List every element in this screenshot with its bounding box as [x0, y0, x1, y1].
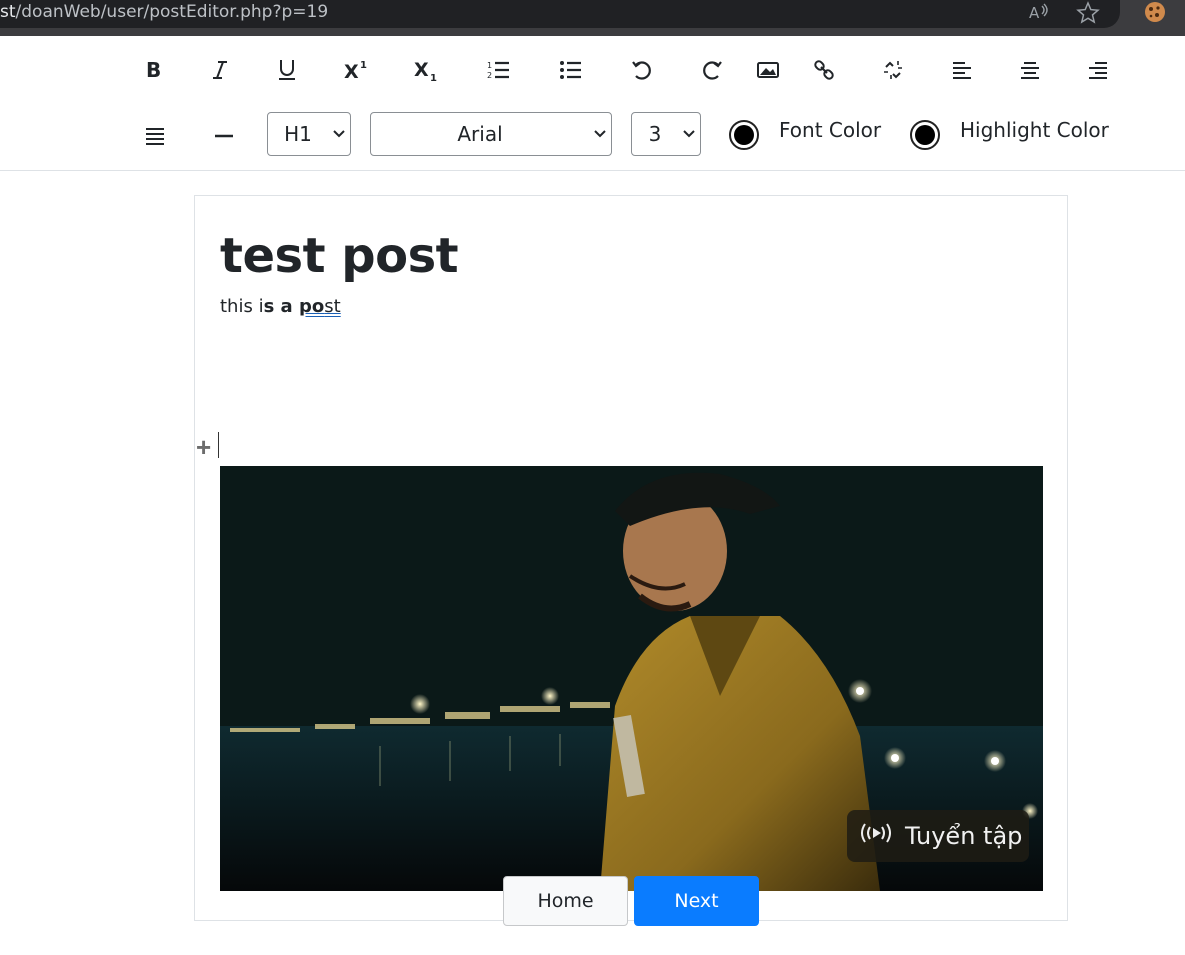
collection-badge[interactable]: Tuyển tập: [847, 810, 1029, 862]
read-aloud-icon[interactable]: A: [1028, 2, 1052, 26]
svg-text:X: X: [414, 59, 429, 81]
image-icon: [757, 62, 779, 78]
url-prefix: st: [0, 2, 16, 22]
heading-select-value: H1: [284, 122, 312, 146]
svg-text:1: 1: [430, 73, 437, 82]
horizontal-rule-icon: [215, 134, 233, 138]
redo-icon: [703, 61, 722, 80]
link-icon: [814, 60, 834, 80]
cookie-extension-icon[interactable]: [1143, 0, 1167, 24]
font-family-select[interactable]: Arial: [370, 112, 612, 156]
post-title[interactable]: test post: [220, 228, 459, 284]
para-bold-underlined-text: po: [298, 296, 325, 317]
size-select-value: 3: [648, 122, 662, 146]
italic-button[interactable]: [200, 52, 240, 88]
browser-bar: st/doanWeb/user/postEditor.php?p=19 A: [0, 0, 1185, 36]
font-select-value: Arial: [457, 122, 503, 146]
bold-button[interactable]: B: [134, 52, 174, 88]
para-text-1: this i: [220, 296, 264, 317]
font-color-label: Font Color: [779, 118, 882, 142]
url-text[interactable]: st/doanWeb/user/postEditor.php?p=19: [0, 2, 328, 22]
horizontal-rule-button[interactable]: [204, 118, 244, 154]
align-justify-icon: [146, 128, 164, 145]
font-color-swatch: [734, 125, 754, 145]
underline-button[interactable]: [267, 52, 307, 88]
svg-text:A: A: [1029, 4, 1040, 22]
favorite-star-icon[interactable]: [1076, 1, 1100, 25]
unordered-list-icon: [560, 61, 581, 79]
font-size-select[interactable]: 3: [631, 112, 701, 156]
undo-icon: [632, 61, 651, 80]
insert-image-button[interactable]: [748, 52, 788, 88]
font-color-picker[interactable]: [729, 120, 759, 150]
next-button[interactable]: Next: [634, 876, 759, 926]
heading-select[interactable]: H1: [267, 112, 351, 156]
svg-text:1: 1: [360, 60, 367, 71]
para-bold-text: s a: [263, 296, 299, 317]
align-center-button[interactable]: [1010, 52, 1050, 88]
bold-icon: B: [146, 59, 161, 81]
unlink-button[interactable]: [873, 52, 913, 88]
chevron-down-icon: [678, 130, 700, 138]
subscript-button[interactable]: X1: [406, 52, 446, 88]
insert-link-button[interactable]: [804, 52, 844, 88]
svg-text:1: 1: [487, 61, 492, 70]
chevron-down-icon: [328, 130, 350, 138]
broadcast-icon: [857, 821, 895, 851]
ordered-list-icon: 12: [487, 61, 509, 80]
add-block-plus-icon[interactable]: +: [196, 432, 211, 463]
highlight-color-swatch: [915, 125, 935, 145]
superscript-icon: X1: [344, 60, 367, 82]
chevron-down-icon: [589, 130, 611, 138]
unordered-list-button[interactable]: [551, 52, 591, 88]
collection-badge-label: Tuyển tập: [905, 822, 1023, 850]
subscript-icon: X1: [414, 59, 437, 82]
align-right-button[interactable]: [1078, 52, 1118, 88]
svg-text:2: 2: [487, 71, 492, 80]
unlink-icon: [884, 61, 902, 79]
undo-button[interactable]: [622, 52, 662, 88]
svg-text:B: B: [146, 59, 161, 81]
svg-text:X: X: [344, 61, 359, 82]
editor-toolbar: B X1 X1 12 H1 Arial 3 Font Color Highlig…: [0, 36, 1185, 171]
text-cursor: [218, 432, 219, 458]
highlight-color-label: Highlight Color: [960, 118, 1109, 142]
align-center-icon: [1021, 62, 1039, 79]
url-path: /doanWeb/user/postEditor.php?p=19: [15, 2, 329, 22]
redo-button[interactable]: [692, 52, 732, 88]
italic-icon: [213, 61, 227, 79]
ordered-list-button[interactable]: 12: [479, 52, 519, 88]
post-paragraph[interactable]: this is a post: [220, 296, 341, 317]
align-left-button[interactable]: [942, 52, 982, 88]
align-left-icon: [953, 62, 971, 79]
align-right-icon: [1089, 62, 1107, 79]
underline-icon: [279, 60, 295, 80]
superscript-button[interactable]: X1: [336, 52, 376, 88]
para-underlined-text: st: [324, 296, 341, 317]
address-bar[interactable]: st/doanWeb/user/postEditor.php?p=19: [0, 0, 1120, 28]
highlight-color-picker[interactable]: [910, 120, 940, 150]
justify-button[interactable]: [135, 118, 175, 154]
home-button[interactable]: Home: [503, 876, 628, 926]
